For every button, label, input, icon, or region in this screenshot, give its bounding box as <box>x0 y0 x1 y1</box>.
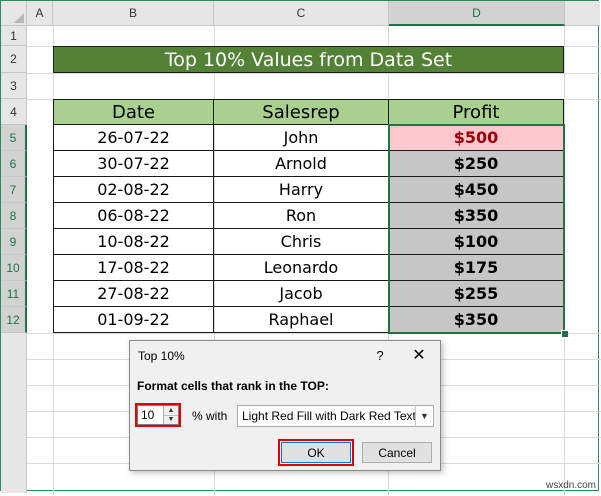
cell-profit[interactable]: $100 <box>389 229 564 255</box>
header-salesrep[interactable]: Salesrep <box>214 99 389 125</box>
header-date[interactable]: Date <box>53 99 214 125</box>
column-header-a[interactable]: A <box>27 1 53 26</box>
cell-profit[interactable]: $175 <box>389 255 564 281</box>
cancel-button[interactable]: Cancel <box>362 442 432 463</box>
chevron-down-icon[interactable]: ▼ <box>415 406 433 426</box>
top-10-percent-dialog: Top 10% ? ✕ Format cells that rank in th… <box>129 340 441 471</box>
cell-date[interactable]: 26-07-22 <box>53 125 214 151</box>
fill-handle[interactable] <box>561 330 569 338</box>
cell-date[interactable]: 30-07-22 <box>53 151 214 177</box>
select-all-corner[interactable] <box>1 1 27 26</box>
cell-salesrep[interactable]: Chris <box>214 229 389 255</box>
column-header-b[interactable]: B <box>53 1 214 26</box>
row-header-9[interactable]: 9 <box>1 229 27 255</box>
row-header-1[interactable]: 1 <box>1 26 27 46</box>
percent-spinner[interactable]: 10 ▲ ▼ <box>137 405 179 425</box>
row-header-8[interactable]: 8 <box>1 203 27 229</box>
header-profit[interactable]: Profit <box>389 99 564 125</box>
cell-profit[interactable]: $255 <box>389 281 564 307</box>
row-header-12[interactable]: 12 <box>1 307 27 333</box>
cell-profit[interactable]: $450 <box>389 177 564 203</box>
column-header-d[interactable]: D <box>389 1 565 26</box>
dialog-title: Top 10% <box>138 349 185 363</box>
row-header-4[interactable]: 4 <box>1 99 27 125</box>
dialog-prompt: Format cells that rank in the TOP: <box>137 379 329 393</box>
column-header-c[interactable]: C <box>214 1 389 26</box>
percent-with-label: % with <box>192 409 228 423</box>
cell-salesrep[interactable]: John <box>214 125 389 151</box>
row-header-10[interactable]: 10 <box>1 255 27 281</box>
cell-date[interactable]: 27-08-22 <box>53 281 214 307</box>
spinner-buttons: ▲ ▼ <box>163 406 178 424</box>
cell-date[interactable]: 02-08-22 <box>53 177 214 203</box>
row-header-11[interactable]: 11 <box>1 281 27 307</box>
row-header-5[interactable]: 5 <box>1 125 27 151</box>
row-header-2[interactable]: 2 <box>1 46 27 73</box>
spin-down-icon[interactable]: ▼ <box>164 415 178 424</box>
help-icon[interactable]: ? <box>370 346 390 364</box>
row-header-blank <box>1 333 27 493</box>
cell-salesrep[interactable]: Harry <box>214 177 389 203</box>
watermark: wsxdn.com <box>546 480 597 491</box>
column-header-blank <box>565 1 600 26</box>
gridline <box>564 26 565 496</box>
cell-salesrep[interactable]: Leonardo <box>214 255 389 281</box>
percent-value[interactable]: 10 <box>141 408 154 422</box>
close-icon[interactable]: ✕ <box>408 345 430 365</box>
row-header-7[interactable]: 7 <box>1 177 27 203</box>
cell-salesrep[interactable]: Raphael <box>214 307 389 333</box>
cell-profit[interactable]: $250 <box>389 151 564 177</box>
select-all-triangle-icon <box>14 13 24 23</box>
row-header-6[interactable]: 6 <box>1 151 27 177</box>
cell-date[interactable]: 17-08-22 <box>53 255 214 281</box>
gridline <box>27 73 601 74</box>
cell-salesrep[interactable]: Jacob <box>214 281 389 307</box>
sheet-title[interactable]: Top 10% Values from Data Set <box>53 46 564 73</box>
cell-profit[interactable]: $350 <box>389 307 564 333</box>
row-header-3[interactable]: 3 <box>1 73 27 99</box>
ok-button[interactable]: OK <box>281 442 351 463</box>
gridline <box>27 333 601 334</box>
cell-profit-top[interactable]: $500 <box>389 125 564 151</box>
cell-profit[interactable]: $350 <box>389 203 564 229</box>
format-dropdown-value[interactable]: Light Red Fill with Dark Red Text <box>242 409 416 423</box>
cell-salesrep[interactable]: Ron <box>214 203 389 229</box>
cell-date[interactable]: 10-08-22 <box>53 229 214 255</box>
cell-date[interactable]: 01-09-22 <box>53 307 214 333</box>
cell-salesrep[interactable]: Arnold <box>214 151 389 177</box>
cell-date[interactable]: 06-08-22 <box>53 203 214 229</box>
format-dropdown[interactable]: Light Red Fill with Dark Red Text ▼ <box>237 405 434 427</box>
